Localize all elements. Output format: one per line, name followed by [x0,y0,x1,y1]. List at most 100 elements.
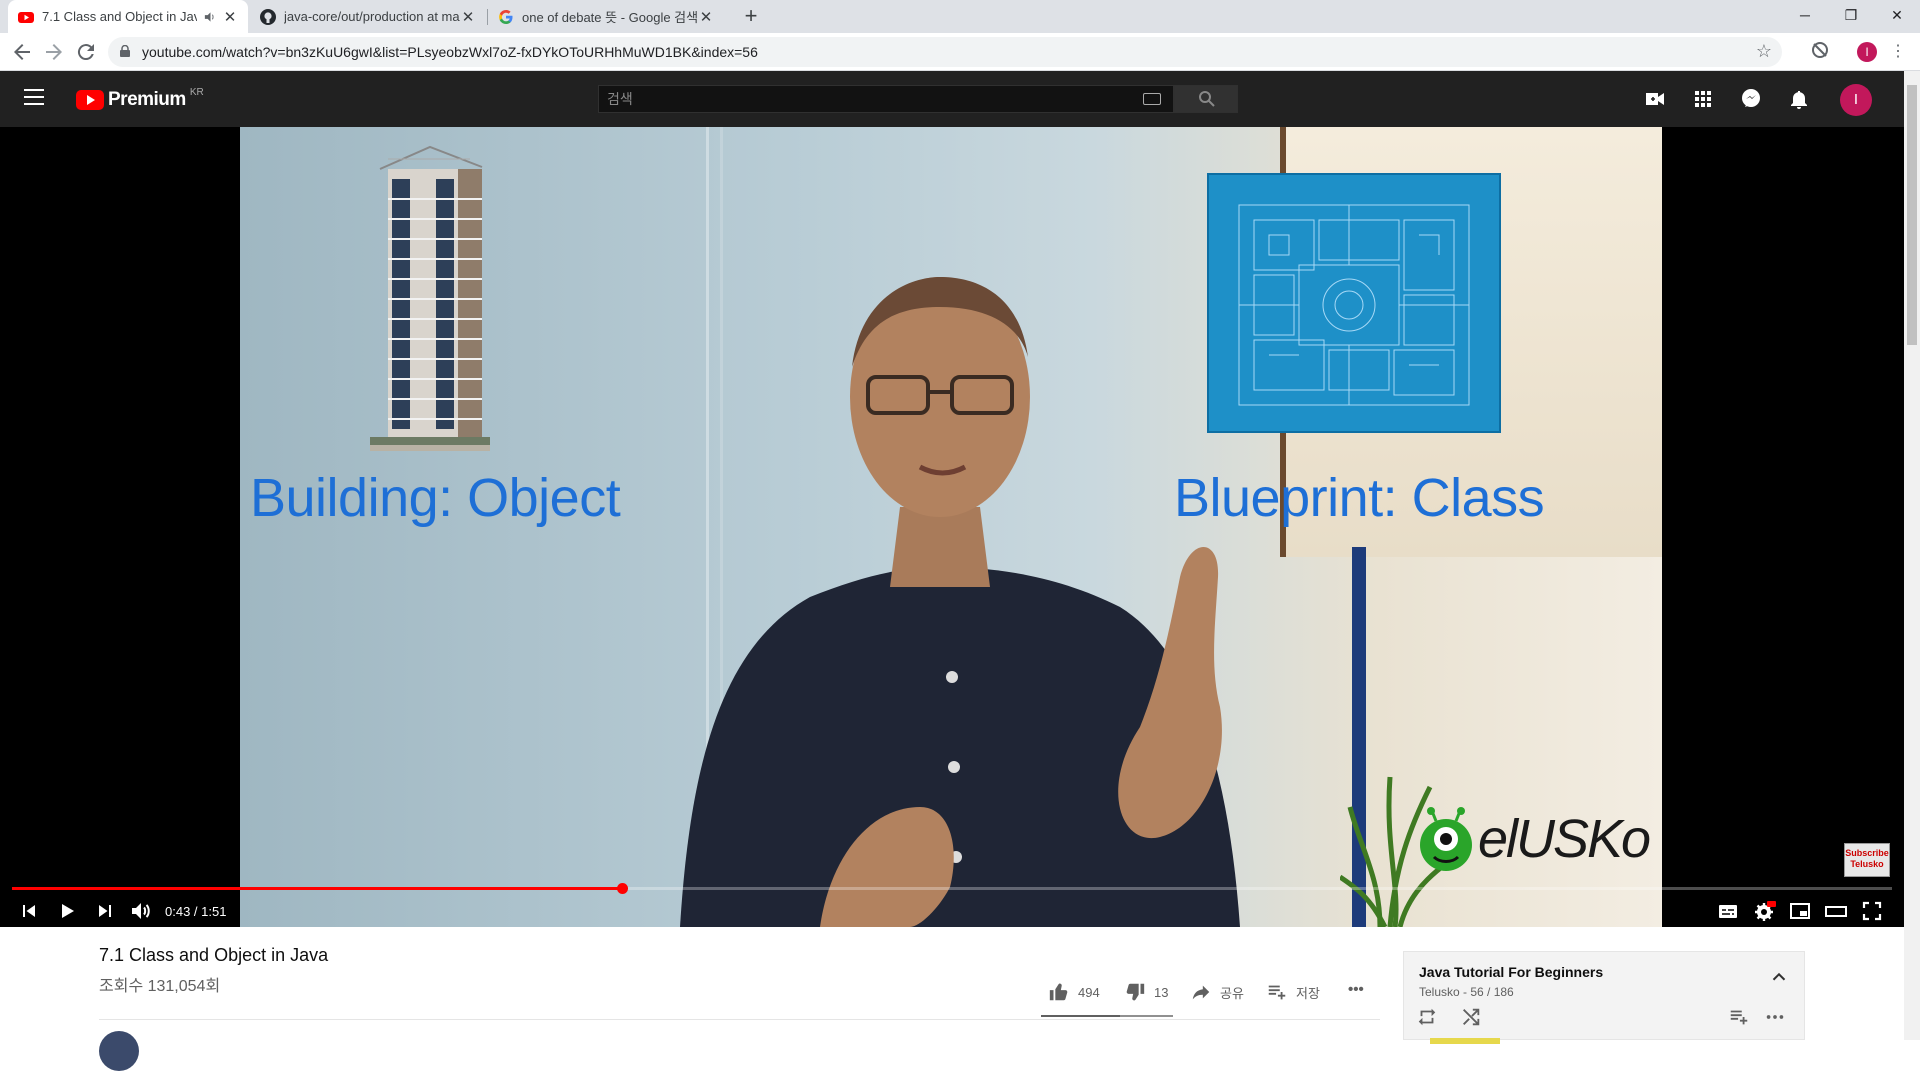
subscribe-badge-line: Subscribe [1845,848,1889,858]
chevron-up-icon[interactable] [1768,966,1790,988]
hamburger-menu-icon[interactable] [24,89,44,105]
create-video-icon[interactable] [1643,87,1667,111]
miniplayer-icon[interactable] [1788,899,1812,923]
watermark-text: elUSKo [1478,809,1651,869]
play-icon[interactable] [55,899,79,923]
scrubber-handle[interactable] [617,883,629,894]
share-arrow-icon [1192,985,1210,1000]
browser-tab-strip: 7.1 Class and Object in Java ✕ java-core… [0,0,1920,33]
channel-watermark: elUSKo [1418,807,1651,871]
volume-icon[interactable] [129,899,153,923]
progress-bar[interactable] [12,883,1892,894]
arrow-right-icon [46,44,62,60]
sentiment-bar [1041,1015,1173,1017]
settings-gear-icon[interactable] [1752,899,1776,923]
playlist-panel: Java Tutorial For Beginners Telusko - 56… [1403,951,1805,1044]
scrollbar-thumb[interactable] [1907,85,1917,345]
arrow-left-icon [14,44,30,60]
dislike-count: 13 [1154,984,1169,1000]
video-frame[interactable]: Building: Object Blueprint: Class elUSKo [240,127,1662,927]
add-to-playlist-icon [1268,985,1286,1000]
notifications-bell-icon[interactable] [1787,87,1811,111]
progress-fill [12,887,623,890]
share-button[interactable]: 공유 [1190,981,1244,1003]
youtube-icon [18,11,34,23]
youtube-masthead: Premium KR I [0,71,1904,127]
left-caption: Building: Object [250,468,621,528]
video-title: 7.1 Class and Object in Java [99,945,329,965]
reload-button[interactable] [74,40,98,64]
loop-icon[interactable] [1416,1006,1438,1028]
like-count: 494 [1078,984,1100,1000]
close-tab-icon[interactable]: ✕ [698,8,714,26]
back-button[interactable] [10,40,34,64]
user-avatar[interactable]: I [1840,84,1872,116]
restore-button[interactable]: ❐ [1828,0,1874,30]
alien-mascot-icon [1420,807,1472,871]
search-button[interactable] [1174,85,1238,113]
messages-icon[interactable] [1739,87,1763,111]
playlist-subtitle: Telusko - 56 / 186 [1419,985,1514,999]
bookmark-star-icon[interactable]: ☆ [1756,41,1772,62]
channel-avatar[interactable] [99,1031,139,1071]
close-window-button[interactable]: ✕ [1874,0,1920,30]
next-icon[interactable] [93,899,117,923]
tab-title: one of debate 뜻 - Google 검색 [522,10,698,25]
close-tab-icon[interactable]: ✕ [460,8,476,26]
tab-google[interactable]: one of debate 뜻 - Google 검색 ✕ [488,0,724,33]
subscribe-badge[interactable]: Subscribe Telusko [1844,843,1890,877]
search-input[interactable] [599,86,1129,112]
google-icon [499,9,513,24]
like-button[interactable]: 494 [1048,981,1100,1003]
dislike-button[interactable]: 13 [1124,981,1168,1003]
github-icon [260,8,276,25]
audio-playing-icon[interactable] [203,10,216,24]
more-actions-button[interactable]: ••• [1348,981,1364,998]
sentiment-bar-fill [1041,1015,1120,1017]
close-tab-icon[interactable]: ✕ [222,8,238,26]
thumbs-down-icon [1126,983,1145,1001]
video-player[interactable]: Building: Object Blueprint: Class elUSKo… [0,127,1904,927]
share-label: 공유 [1220,985,1244,1001]
view-count: 조회수 131,054회 [99,978,221,995]
reload-icon [77,44,94,61]
tab-title: java-core/out/production at ma [284,9,460,24]
presenter-figure [680,277,1240,927]
logo-brand-text: Premium [108,89,186,110]
add-to-queue-icon[interactable] [1728,1006,1750,1028]
extension-icon[interactable] [1808,40,1832,64]
apps-grid-icon[interactable] [1691,87,1715,111]
details-divider [99,1019,1380,1020]
youtube-play-logo-icon [76,90,104,110]
previous-icon[interactable] [17,899,41,923]
time-display: 0:43 / 1:51 [165,904,227,919]
minimize-button[interactable]: ─ [1782,0,1828,30]
tab-github[interactable]: java-core/out/production at ma ✕ [250,0,486,33]
more-options-icon[interactable] [1764,1006,1786,1028]
url-text[interactable]: youtube.com/watch?v=bn3zKuU6gwI&list=PLs… [142,44,758,60]
search-icon [1199,91,1215,107]
tab-title: 7.1 Class and Object in Java [42,9,197,24]
subtitles-icon[interactable] [1716,899,1740,923]
playlist-title[interactable]: Java Tutorial For Beginners [1419,964,1603,980]
save-button[interactable]: 저장 [1266,981,1320,1003]
new-tab-button[interactable]: + [738,4,764,30]
youtube-premium-logo[interactable]: Premium KR [76,86,204,111]
shuffle-icon[interactable] [1460,1006,1482,1028]
forward-button[interactable] [42,40,66,64]
browser-toolbar: youtube.com/watch?v=bn3zKuU6gwI&list=PLs… [0,33,1920,71]
tab-youtube[interactable]: 7.1 Class and Object in Java ✕ [8,0,248,33]
address-bar[interactable]: youtube.com/watch?v=bn3zKuU6gwI&list=PLs… [108,37,1782,67]
browser-profile-avatar[interactable]: I [1857,42,1877,62]
logo-region-code: KR [189,86,204,98]
subscribe-badge-line: Telusko [1850,859,1884,869]
page-scrollbar[interactable] [1904,71,1920,1040]
sync-off-icon [1812,42,1828,58]
theater-mode-icon[interactable] [1824,899,1848,923]
building-illustration [370,145,490,451]
browser-menu-icon[interactable]: ⋮ [1886,40,1910,64]
playlist-item-thumbnail[interactable] [1430,1038,1500,1044]
keyboard-icon[interactable] [1143,93,1161,105]
right-caption: Blueprint: Class [1174,468,1545,528]
fullscreen-icon[interactable] [1860,899,1884,923]
